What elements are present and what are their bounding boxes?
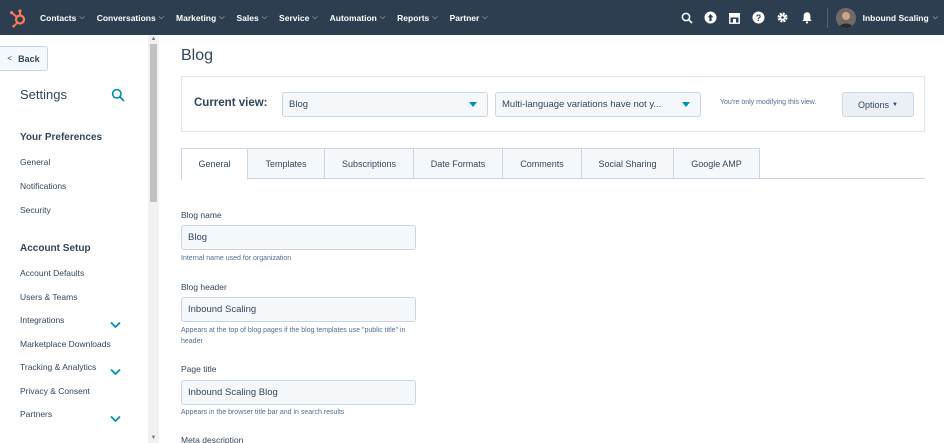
page-title: Blog: [181, 47, 214, 64]
blog-name-label: Blog name: [181, 210, 222, 220]
sidebar-item-users-teams[interactable]: Users & Teams: [20, 292, 77, 302]
nav-right-tools: ? Inbound Scaling ⌵: [675, 0, 944, 35]
page-title-help: Appears in the browser title bar and in …: [181, 409, 345, 416]
avatar[interactable]: [835, 7, 856, 28]
sidebar-item-account-defaults[interactable]: Account Defaults: [20, 268, 84, 278]
sidebar-item-general[interactable]: General: [20, 157, 50, 167]
svg-text:?: ?: [756, 13, 762, 23]
nav-partner[interactable]: Partner ⌵: [450, 13, 488, 23]
hubspot-logo-icon[interactable]: [8, 8, 28, 28]
sidebar-item-marketplace-downloads[interactable]: Marketplace Downloads: [20, 339, 111, 349]
search-icon[interactable]: [111, 88, 125, 102]
chevron-down-icon: ⌵: [379, 13, 386, 21]
nav-automation[interactable]: Automation ⌵: [330, 13, 386, 23]
page-title-label: Page title: [181, 364, 217, 374]
language-variation-select[interactable]: Multi-language variations have not y...: [495, 92, 701, 117]
blog-header-input[interactable]: [181, 297, 416, 322]
scroll-thumb[interactable]: [150, 44, 157, 202]
chevron-down-icon[interactable]: [110, 410, 121, 423]
blog-name-help: Internal name used for organization: [181, 255, 292, 262]
nav-marketing[interactable]: Marketing ⌵: [176, 13, 224, 23]
sidebar-scrollbar[interactable]: ▲ ▼: [148, 35, 159, 443]
chevron-down-icon: ⌵: [432, 13, 438, 21]
help-icon[interactable]: ?: [752, 11, 766, 25]
sidebar-item-privacy-consent[interactable]: Privacy & Consent: [20, 386, 90, 396]
blog-header-label: Blog header: [181, 282, 227, 292]
account-name[interactable]: Inbound Scaling: [863, 13, 929, 23]
sidebar-item-partners[interactable]: Partners: [20, 409, 52, 419]
tabs-divider: [247, 178, 925, 179]
chevron-down-icon: ⌵: [219, 13, 225, 21]
chevron-down-icon: ⌵: [158, 13, 165, 21]
main-content: Blog Current view: Blog Multi-language v…: [159, 35, 944, 443]
chevron-left-icon: <: [7, 54, 13, 63]
chevron-down-icon: ⌵: [79, 13, 85, 21]
bell-icon[interactable]: [800, 11, 814, 25]
nav-sales[interactable]: Sales ⌵: [237, 13, 268, 23]
back-button[interactable]: < Back: [0, 46, 48, 71]
tab-subscriptions[interactable]: Subscriptions: [325, 148, 414, 179]
page-title-input[interactable]: [181, 380, 416, 405]
scroll-down-arrow-icon[interactable]: ▼: [150, 435, 157, 442]
settings-title: Settings: [20, 87, 67, 102]
section-title-account-setup: Account Setup: [20, 243, 91, 254]
caret-down-icon: [469, 102, 477, 107]
chevron-down-icon[interactable]: ⌵: [933, 14, 938, 22]
nav-conversations[interactable]: Conversations ⌵: [97, 13, 164, 23]
caret-down-icon: [682, 102, 690, 107]
sidebar-item-integrations[interactable]: Integrations: [20, 315, 64, 325]
tab-comments[interactable]: Comments: [503, 148, 582, 179]
blog-header-help: Appears at the top of blog pages if the …: [181, 327, 406, 345]
nav-contacts[interactable]: Contacts ⌵: [40, 13, 85, 23]
blog-name-input[interactable]: [181, 225, 416, 250]
current-view-panel: Current view: Blog Multi-language variat…: [181, 76, 925, 132]
current-view-label: Current view:: [194, 97, 268, 109]
tab-templates[interactable]: Templates: [248, 148, 325, 179]
section-title-your-preferences: Your Preferences: [20, 132, 103, 143]
blog-select[interactable]: Blog: [282, 92, 488, 117]
settings-sidebar: < Back Settings Your Preferences General …: [0, 35, 148, 443]
tab-general[interactable]: General: [181, 148, 248, 180]
chevron-down-icon: ⌵: [312, 13, 318, 21]
caret-down-icon: ▼: [892, 101, 898, 108]
scroll-up-arrow-icon[interactable]: ▲: [150, 36, 157, 43]
sidebar-item-notifications[interactable]: Notifications: [20, 181, 66, 191]
nav-menu: Contacts ⌵ Conversations ⌵ Marketing ⌵ Sale…: [40, 13, 500, 23]
chevron-down-icon: ⌵: [261, 13, 268, 21]
meta-description-label: Meta description: [181, 435, 244, 443]
marketplace-icon[interactable]: [728, 11, 742, 25]
options-button[interactable]: Options ▼: [842, 92, 914, 117]
nav-service[interactable]: Service ⌵: [279, 13, 318, 23]
top-navigation: Contacts ⌵ Conversations ⌵ Marketing ⌵ Sale…: [0, 0, 944, 35]
upgrade-icon[interactable]: [704, 11, 718, 25]
tab-date-formats[interactable]: Date Formats: [414, 148, 503, 179]
search-icon[interactable]: [680, 11, 694, 25]
tab-social-sharing[interactable]: Social Sharing: [582, 148, 674, 179]
gear-icon[interactable]: [776, 11, 790, 25]
chevron-down-icon: ⌵: [482, 13, 488, 21]
sidebar-item-tracking-analytics[interactable]: Tracking & Analytics: [20, 362, 96, 372]
chevron-down-icon[interactable]: [110, 316, 121, 329]
nav-reports[interactable]: Reports ⌵: [397, 13, 437, 23]
settings-tabs: General Templates Subscriptions Date For…: [181, 148, 760, 180]
nav-divider: [826, 7, 828, 28]
chevron-down-icon[interactable]: [110, 363, 121, 376]
tab-google-amp[interactable]: Google AMP: [674, 148, 760, 179]
view-note: You're only modifying this view.: [720, 99, 817, 106]
sidebar-item-security[interactable]: Security: [20, 205, 51, 215]
